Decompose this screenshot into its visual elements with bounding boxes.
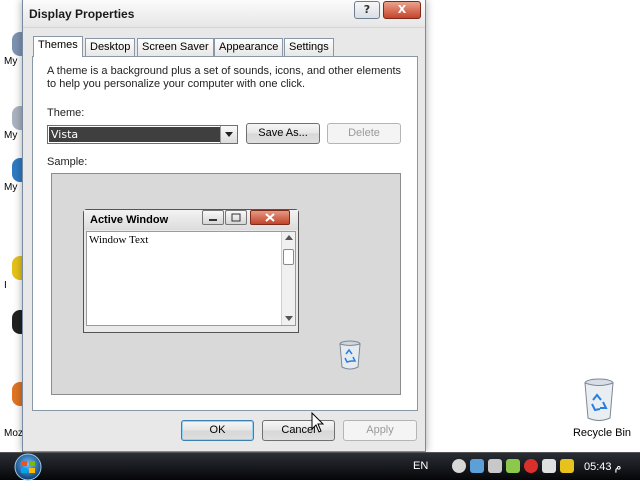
themes-panel: A theme is a background plus a set of so… bbox=[32, 56, 418, 411]
desktop-icon-label: Moz bbox=[4, 428, 23, 439]
apply-button[interactable]: Apply bbox=[343, 420, 417, 441]
sample-label: Sample: bbox=[47, 156, 88, 168]
maximize-icon bbox=[225, 210, 247, 225]
ok-button[interactable]: OK bbox=[181, 420, 254, 441]
sample-preview: Active Window Window Text bbox=[51, 173, 401, 395]
desktop-icon-label: My bbox=[4, 56, 18, 67]
tray-safely-remove-icon[interactable] bbox=[506, 459, 520, 473]
sample-window-title: Active Window bbox=[90, 214, 169, 226]
desktop-icon-label: My bbox=[4, 130, 18, 141]
recycle-bin-label: Recycle Bin bbox=[572, 427, 632, 439]
save-as-button[interactable]: Save As... bbox=[246, 123, 320, 144]
display-properties-dialog: Display Properties ? X Themes Desktop Sc… bbox=[22, 0, 426, 452]
volume-icon[interactable] bbox=[488, 459, 502, 473]
minimize-icon bbox=[202, 210, 224, 225]
tray-network-icon[interactable] bbox=[470, 459, 484, 473]
sample-window-body: Window Text bbox=[86, 231, 296, 326]
scroll-thumb bbox=[283, 249, 294, 265]
clock[interactable]: 05:43 م bbox=[584, 460, 621, 473]
theme-dropdown[interactable]: Vista bbox=[47, 125, 238, 144]
close-icon bbox=[250, 210, 290, 225]
tray-security-icon[interactable] bbox=[524, 459, 538, 473]
theme-label: Theme: bbox=[47, 107, 85, 119]
sample-window-titlebar: Active Window bbox=[84, 210, 298, 230]
desktop-icon-label: I bbox=[4, 280, 7, 291]
close-button[interactable]: X bbox=[383, 1, 421, 19]
tray-app-icon[interactable] bbox=[542, 459, 556, 473]
chevron-down-icon[interactable] bbox=[220, 126, 237, 143]
sample-window-text: Window Text bbox=[89, 234, 149, 246]
themes-description: A theme is a background plus a set of so… bbox=[47, 65, 402, 90]
tab-settings[interactable]: Settings bbox=[284, 38, 334, 56]
sample-scrollbar bbox=[281, 232, 295, 325]
tab-desktop[interactable]: Desktop bbox=[85, 38, 136, 56]
mouse-cursor-icon bbox=[311, 412, 325, 433]
recycle-bin-icon bbox=[584, 378, 614, 421]
scroll-up-icon bbox=[285, 235, 293, 240]
theme-dropdown-value: Vista bbox=[49, 127, 220, 142]
tab-screen-saver[interactable]: Screen Saver bbox=[137, 38, 214, 56]
desktop-icon-label: My bbox=[4, 182, 18, 193]
taskbar: EN 05:43 م bbox=[0, 452, 640, 481]
recycle-bin-icon bbox=[339, 340, 361, 370]
start-button[interactable] bbox=[10, 453, 46, 481]
help-button[interactable]: ? bbox=[354, 1, 380, 19]
dialog-title: Display Properties bbox=[29, 7, 135, 21]
title-bar[interactable]: Display Properties ? X bbox=[23, 0, 425, 28]
language-indicator[interactable]: EN bbox=[413, 460, 428, 472]
sample-active-window: Active Window Window Text bbox=[83, 209, 299, 333]
scroll-down-icon bbox=[285, 316, 293, 321]
tray-minus-icon[interactable] bbox=[452, 459, 466, 473]
tab-themes[interactable]: Themes bbox=[33, 36, 83, 57]
recycle-bin-desktop-icon[interactable]: Recycle Bin bbox=[572, 376, 632, 442]
delete-button[interactable]: Delete bbox=[327, 123, 401, 144]
tab-appearance[interactable]: Appearance bbox=[214, 38, 284, 56]
tray-messenger-icon[interactable] bbox=[560, 459, 574, 473]
